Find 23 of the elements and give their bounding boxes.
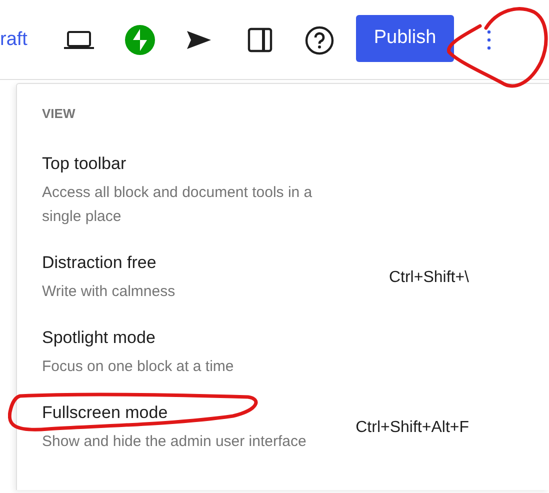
send-icon[interactable] [186, 30, 212, 50]
sidebar-icon[interactable] [247, 27, 273, 53]
publish-button[interactable]: Publish [356, 15, 454, 62]
menu-item[interactable]: Spotlight mode Focus on one block at a time [42, 318, 469, 387]
menu-item[interactable]: Fullscreen mode Show and hide the admin user interface Ctrl+Shift+Alt+F [42, 393, 469, 462]
menu-item-description: Focus on one block at a time [42, 357, 234, 377]
menu-item-title: Distraction free [42, 252, 156, 274]
menu-item[interactable]: Distraction free Write with calmness Ctrl+Shift+\ [42, 243, 469, 312]
keyboard-shortcut: Ctrl+Shift+Alt+F [356, 418, 469, 438]
menu-item-title: Spotlight mode [42, 327, 156, 349]
menu-item-description: Access all block and document tools in a single place [42, 183, 314, 227]
more-options-icon[interactable] [486, 29, 492, 51]
keyboard-shortcut: Ctrl+Shift+\ [388, 268, 469, 288]
menu-item-title: Top toolbar [42, 153, 126, 175]
draft-link[interactable]: raft [0, 28, 28, 52]
menu-item[interactable]: Top toolbar Access all block and document tools in a single place [42, 144, 469, 237]
help-icon[interactable] [305, 26, 334, 55]
menu-item-title: Fullscreen mode [42, 402, 168, 424]
laptop-icon[interactable] [64, 30, 94, 50]
menu-item-description: Show and hide the admin user interface [42, 432, 306, 452]
section-label: VIEW [42, 106, 76, 122]
menu-item-description: Write with calmness [42, 282, 176, 302]
lightning-bolt-icon[interactable] [124, 24, 156, 56]
